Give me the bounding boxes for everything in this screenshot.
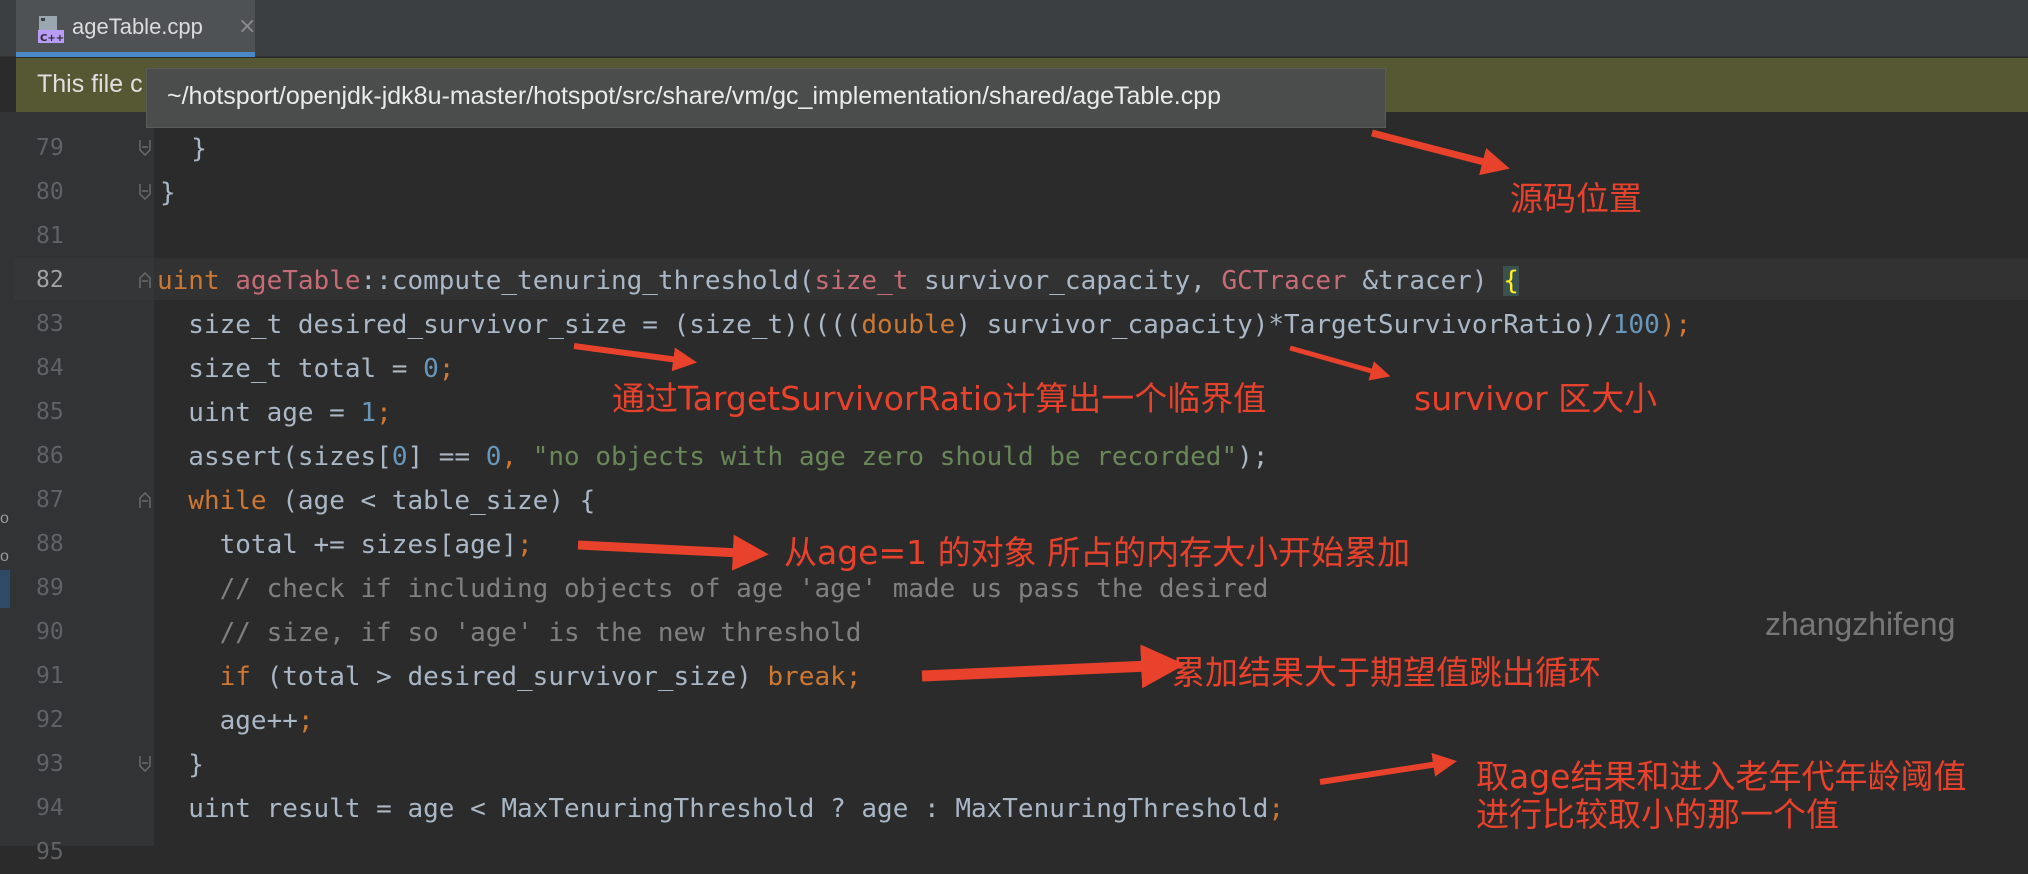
annotation-compare-line2: 进行比较取小的那一个值 [1476, 795, 1839, 834]
annotation-break-loop: 累加结果大于期望值跳出循环 [1172, 653, 1601, 692]
annotation-threshold: 通过TargetSurvivorRatio计算出一个临界值 [612, 379, 1267, 418]
annotation-arrows [573, 129, 1510, 785]
annotation-source-location: 源码位置 [1510, 179, 1642, 218]
annotation-accumulate: 从age=1 的对象 所占的内存大小开始累加 [784, 533, 1411, 572]
arrow-source-location [1371, 129, 1510, 176]
arrow-accumulate [577, 534, 769, 571]
arrow-survivor-size [1289, 345, 1391, 381]
arrow-threshold [573, 343, 698, 372]
arrow-break [921, 644, 1186, 689]
annotation-survivor-size: survivor 区大小 [1414, 379, 1658, 418]
watermark: zhangzhifeng [1765, 606, 1956, 642]
arrow-compare [1319, 752, 1457, 785]
